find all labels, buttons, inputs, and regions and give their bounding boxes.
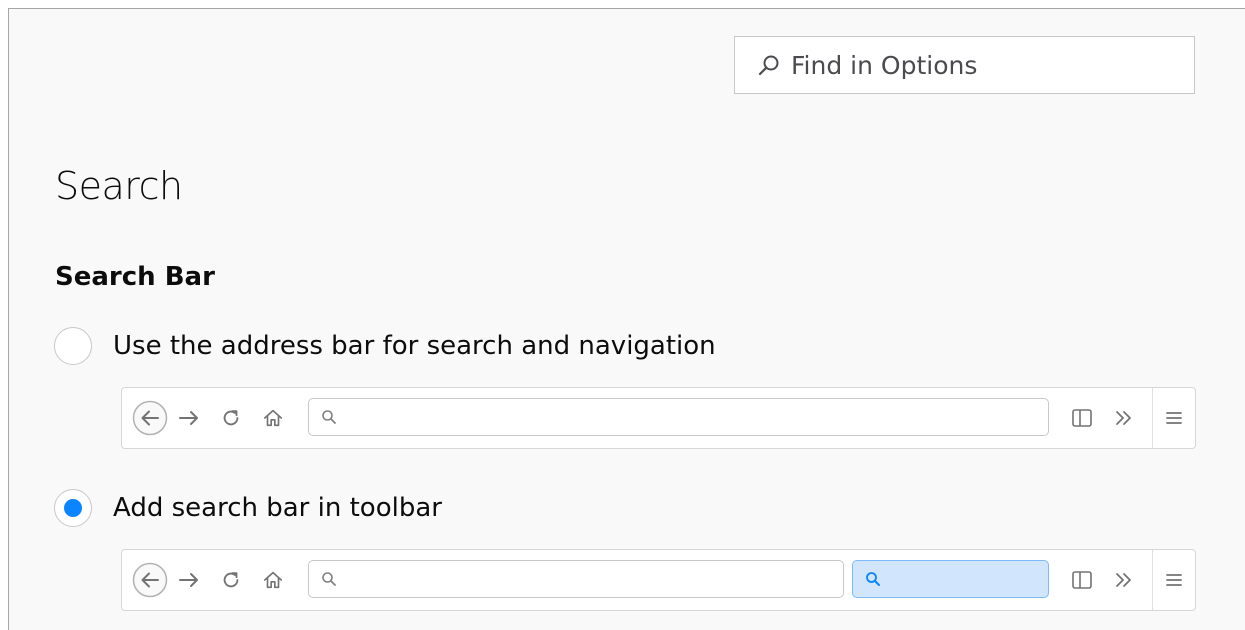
forward-icon xyxy=(174,550,204,610)
sidebar-icon xyxy=(1067,550,1097,610)
address-bar-preview xyxy=(308,560,844,598)
home-icon xyxy=(258,550,288,610)
search-icon xyxy=(321,571,337,587)
radio-search-bar[interactable] xyxy=(54,489,92,527)
menu-icon xyxy=(1158,550,1190,610)
home-icon xyxy=(258,388,288,448)
page-title: Search xyxy=(55,164,183,208)
toolbar-preview-address-bar xyxy=(121,387,1196,449)
address-bar-preview xyxy=(308,398,1049,436)
radio-label-search-bar: Add search bar in toolbar xyxy=(113,493,442,523)
toolbar-preview-search-bar xyxy=(121,549,1196,611)
search-bar-preview xyxy=(852,560,1049,598)
radio-option-address-bar[interactable]: Use the address bar for search and navig… xyxy=(54,327,716,365)
options-panel: Search Search Bar Use the address bar fo… xyxy=(8,8,1245,630)
reload-icon xyxy=(216,388,246,448)
overflow-icon xyxy=(1109,388,1139,448)
search-icon xyxy=(321,409,337,425)
toolbar-separator xyxy=(1152,388,1153,448)
section-title-search-bar: Search Bar xyxy=(55,262,215,292)
radio-option-search-bar[interactable]: Add search bar in toolbar xyxy=(54,489,442,527)
forward-icon xyxy=(174,388,204,448)
search-icon xyxy=(757,53,781,77)
reload-icon xyxy=(216,550,246,610)
search-icon xyxy=(865,571,881,587)
radio-label-address-bar: Use the address bar for search and navig… xyxy=(113,331,716,361)
radio-address-bar[interactable] xyxy=(54,327,92,365)
toolbar-separator xyxy=(1152,550,1153,610)
radio-selected-dot xyxy=(64,499,82,517)
back-icon xyxy=(130,388,170,448)
sidebar-icon xyxy=(1067,388,1097,448)
find-in-options-box[interactable] xyxy=(734,36,1195,94)
find-in-options-input[interactable] xyxy=(791,50,1171,80)
menu-icon xyxy=(1158,388,1190,448)
back-icon xyxy=(130,550,170,610)
overflow-icon xyxy=(1109,550,1139,610)
